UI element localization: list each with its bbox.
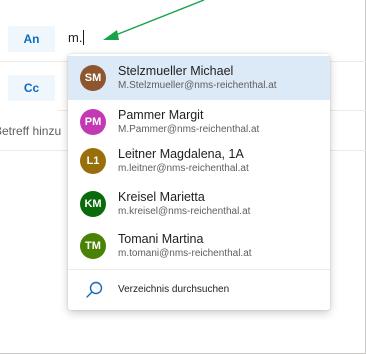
contact-name: Pammer Margit <box>118 108 204 122</box>
avatar: SM <box>80 65 106 91</box>
contact-name: Leitner Magdalena, 1A <box>118 147 244 161</box>
to-button[interactable]: An <box>8 26 55 52</box>
suggestion-item[interactable]: PM Pammer Margit M.Pammer@nms-reichentha… <box>68 100 330 144</box>
contact-name: Tomani Martina <box>118 232 204 246</box>
contact-name: Stelzmueller Michael <box>118 64 234 78</box>
search-icon <box>86 281 103 298</box>
cc-button[interactable]: Cc <box>8 75 55 101</box>
contact-name: Kreisel Marietta <box>118 190 205 204</box>
avatar: TM <box>80 233 106 259</box>
subject-input[interactable]: Betreff hinzu <box>0 124 61 138</box>
contact-email: M.Stelzmueller@nms-reichenthal.at <box>118 80 277 91</box>
text-caret <box>83 30 85 45</box>
to-input-text: m. <box>68 30 83 45</box>
contact-email: M.Pammer@nms-reichenthal.at <box>118 124 260 135</box>
suggestion-item[interactable]: L1 Leitner Magdalena, 1A m.leitner@nms-r… <box>68 139 330 183</box>
to-input[interactable]: m. <box>68 30 85 45</box>
avatar: L1 <box>80 148 106 174</box>
avatar: PM <box>80 109 106 135</box>
contact-email: m.leitner@nms-reichenthal.at <box>118 163 249 174</box>
recipient-suggestions-dropdown: SM Stelzmueller Michael M.Stelzmueller@n… <box>68 54 330 310</box>
directory-search-button[interactable]: Verzeichnis durchsuchen <box>68 269 330 311</box>
contact-email: m.kreisel@nms-reichenthal.at <box>118 206 251 217</box>
suggestion-item[interactable]: TM Tomani Martina m.tomani@nms-reichenth… <box>68 224 330 268</box>
avatar: KM <box>80 191 106 217</box>
suggestion-item[interactable]: KM Kreisel Marietta m.kreisel@nms-reiche… <box>68 182 330 226</box>
directory-search-label: Verzeichnis durchsuchen <box>118 284 230 295</box>
suggestion-item[interactable]: SM Stelzmueller Michael M.Stelzmueller@n… <box>68 56 330 100</box>
contact-email: m.tomani@nms-reichenthal.at <box>118 248 252 259</box>
